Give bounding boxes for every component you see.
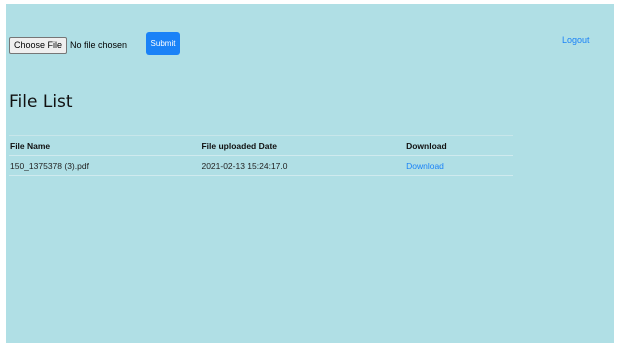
column-header-uploaded-date: File uploaded Date <box>200 135 406 156</box>
file-status-text: No file chosen <box>70 40 128 50</box>
page-container: Choose File No file chosen Submit Logout… <box>6 4 614 343</box>
column-header-download: Download <box>405 135 513 156</box>
submit-button[interactable]: Submit <box>146 32 180 55</box>
column-header-file-name: File Name <box>9 135 201 156</box>
choose-file-button[interactable]: Choose File <box>9 36 68 54</box>
file-name-cell: 150_1375378 (3).pdf <box>9 155 201 176</box>
logout-link[interactable]: Logout <box>562 35 590 45</box>
page-title: File List <box>9 92 73 112</box>
table-row: 150_1375378 (3).pdf 2021-02-13 15:24:17.… <box>9 155 513 176</box>
uploaded-date-cell: 2021-02-13 15:24:17.0 <box>200 155 406 176</box>
file-table: File Name File uploaded Date Download 15… <box>9 135 513 176</box>
table-header-row: File Name File uploaded Date Download <box>9 135 513 156</box>
download-cell: Download <box>405 155 513 176</box>
download-link[interactable]: Download <box>406 161 444 171</box>
file-upload-control: Choose File No file chosen <box>9 34 127 56</box>
